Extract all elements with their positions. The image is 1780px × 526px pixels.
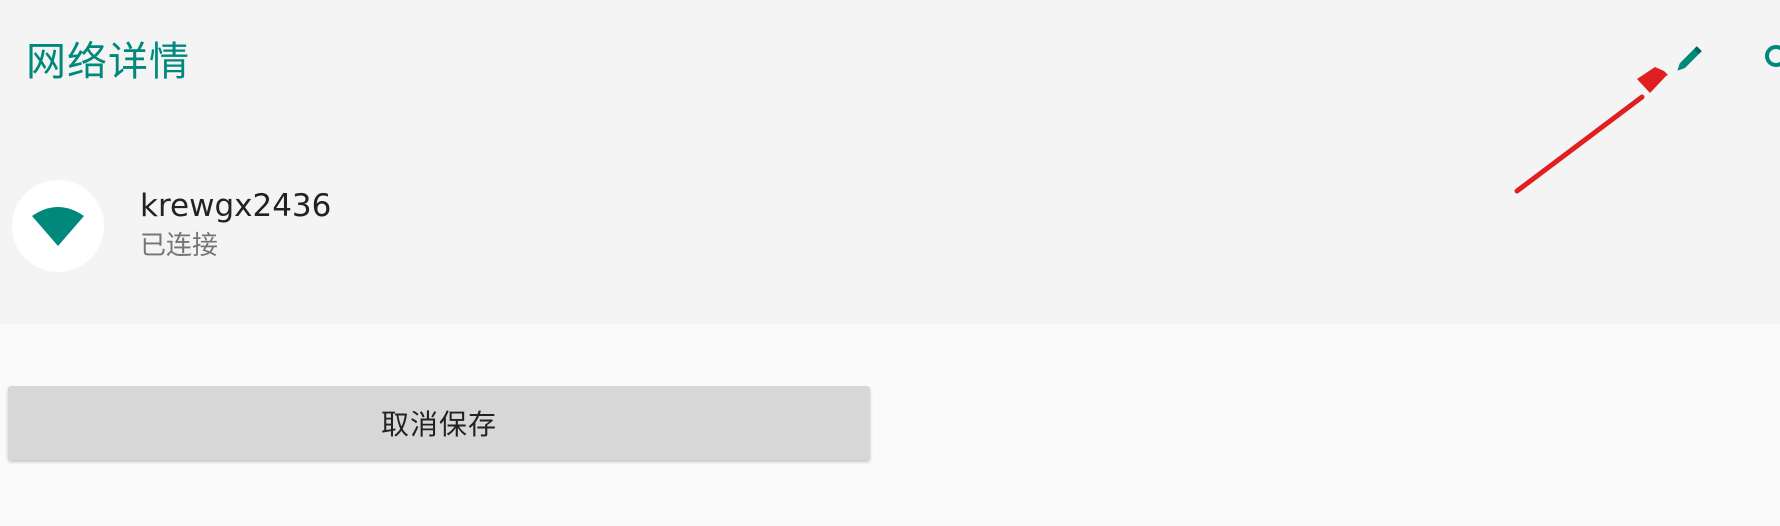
- search-icon: [1765, 45, 1780, 67]
- search-button[interactable]: [1756, 36, 1780, 84]
- forget-network-label: 取消保存: [380, 408, 497, 441]
- network-details-screen: 网络详情 krewgx2436 已连接 取消保存: [0, 0, 1780, 526]
- edit-button[interactable]: [1664, 36, 1712, 84]
- wifi-avatar: [12, 180, 104, 272]
- pencil-icon: [1677, 46, 1702, 71]
- network-status: 已连接: [140, 231, 219, 261]
- network-summary: krewgx2436 已连接: [0, 168, 1780, 284]
- page-title: 网络详情: [26, 39, 190, 85]
- header-area: 网络详情 krewgx2436 已连接: [0, 0, 1780, 324]
- network-name: krewgx2436: [140, 188, 332, 224]
- wifi-icon: [32, 207, 84, 246]
- forget-network-button[interactable]: 取消保存: [8, 386, 870, 460]
